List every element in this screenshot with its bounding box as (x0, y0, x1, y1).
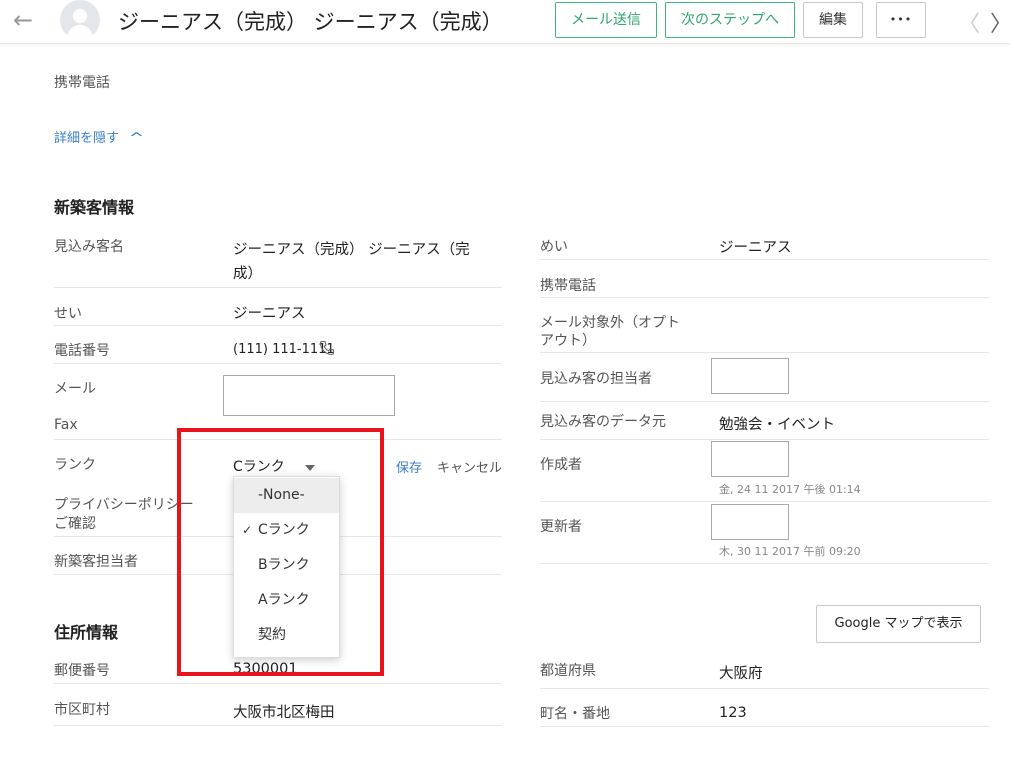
pref-label: 都道府県 (540, 663, 596, 679)
divider (540, 563, 989, 564)
optout-label-line1: メール対象外（オプト (540, 315, 680, 331)
lead-name-label: 見込み客名 (54, 239, 124, 255)
modified-by-field[interactable] (711, 504, 789, 540)
rank-option-none-label[interactable]: -None- (258, 478, 305, 513)
rank-option-c[interactable]: ✓ Cランク (234, 513, 339, 548)
lead-info-section-title: 新築客情報 (54, 198, 135, 217)
divider (54, 287, 502, 288)
divider (540, 726, 989, 727)
address-section-title: 住所情報 (54, 623, 119, 642)
rank-option-c-label[interactable]: Cランク (258, 513, 310, 548)
zip-value[interactable]: 5300001 (233, 661, 298, 677)
avatar-head (73, 9, 87, 23)
pref-value[interactable]: 大阪府 (719, 662, 763, 683)
chevron-up-icon[interactable]: ^ (129, 131, 144, 146)
lead-name-value-line1: ジーニアス（完成） ジーニアス（完 (233, 242, 470, 258)
zip-label: 郵便番号 (54, 663, 110, 679)
rank-select[interactable]: Cランク (233, 456, 316, 476)
owner-label: 新築客担当者 (54, 554, 138, 570)
first-name-value[interactable]: ジーニアス (719, 236, 792, 257)
rank-option-contract[interactable]: 契約 (234, 618, 339, 653)
rank-selected-value[interactable]: Cランク (233, 459, 285, 475)
avatar[interactable] (60, 0, 100, 40)
last-name-value[interactable]: ジーニアス (233, 302, 306, 323)
save-link[interactable]: 保存 (396, 457, 422, 476)
divider (54, 325, 502, 326)
rank-option-b-label[interactable]: Bランク (258, 548, 310, 583)
caret-down-icon[interactable] (305, 459, 316, 475)
cancel-link[interactable]: キャンセル (437, 457, 502, 476)
divider (54, 363, 502, 364)
mobile-label-top: 携帯電話 (54, 75, 110, 91)
created-by-label: 作成者 (540, 457, 582, 473)
lead-name-value-line2: 成） (233, 266, 262, 282)
page-title: ジーニアス（完成） ジーニアス（完成） (118, 10, 503, 34)
city-label: 市区町村 (54, 702, 110, 718)
divider (540, 688, 989, 689)
record-header: ← ジーニアス（完成） ジーニアス（完成） メール送信 次のステップへ 編集 •… (0, 0, 1010, 44)
divider (540, 401, 989, 402)
next-step-button[interactable]: 次のステップへ (665, 2, 795, 38)
divider (540, 501, 989, 502)
created-by-field[interactable] (711, 441, 789, 477)
rank-option-a[interactable]: Aランク (234, 583, 339, 618)
divider (54, 439, 502, 440)
created-time: 金, 24 11 2017 午後 01:14 (719, 483, 861, 496)
edit-button[interactable]: 編集 (803, 2, 863, 38)
optout-label-line2: アウト） (540, 333, 596, 349)
rank-label: ランク (54, 457, 96, 473)
hide-details-link[interactable]: 詳細を隠す ^ (54, 127, 144, 146)
modified-by-label: 更新者 (540, 519, 582, 535)
send-mail-button[interactable]: メール送信 (555, 2, 657, 38)
email-field[interactable] (223, 375, 395, 416)
modified-time: 木, 30 11 2017 午前 09:20 (719, 545, 861, 558)
privacy-label-line2: ご確認 (54, 516, 96, 532)
privacy-label-line1: プライバシーポリシー (54, 497, 194, 513)
city-value[interactable]: 大阪市北区梅田 (233, 701, 335, 722)
last-name-label: せい (54, 306, 82, 322)
avatar-body (67, 25, 93, 40)
right-mobile-label: 携帯電話 (540, 278, 596, 294)
rank-option-contract-label[interactable]: 契約 (258, 618, 286, 653)
divider (54, 725, 502, 726)
lead-source-label: 見込み客のデータ元 (540, 414, 666, 430)
divider (540, 259, 989, 260)
prev-record-icon[interactable]: 〈 (958, 6, 980, 38)
divider (540, 297, 989, 298)
google-map-button[interactable]: Google マップで表示 (816, 605, 981, 643)
street-label: 町名・番地 (540, 706, 610, 722)
lead-owner-label: 見込み客の担当者 (540, 371, 652, 387)
hide-details-text[interactable]: 詳細を隠す (54, 131, 119, 146)
divider (540, 352, 989, 353)
lead-owner-field[interactable] (711, 358, 789, 394)
rank-option-a-label[interactable]: Aランク (258, 583, 310, 618)
next-record-icon[interactable]: 〉 (990, 6, 1010, 38)
divider (540, 439, 989, 440)
fax-label: Fax (54, 417, 78, 433)
divider (54, 683, 502, 684)
street-value[interactable]: 123 (719, 705, 747, 721)
phone-label: 電話番号 (54, 343, 110, 359)
rank-option-none[interactable]: -None- (234, 478, 339, 513)
rank-option-b[interactable]: Bランク (234, 548, 339, 583)
phone-icon[interactable] (319, 340, 335, 360)
checkmark-icon: ✓ (242, 523, 253, 537)
email-label: メール (54, 381, 96, 397)
more-button[interactable]: ••• (876, 2, 926, 38)
first-name-label: めい (540, 239, 568, 255)
rank-dropdown-menu: -None- ✓ Cランク Bランク Aランク 契約 (233, 476, 340, 658)
lead-source-value[interactable]: 勉強会・イベント (719, 413, 835, 434)
back-arrow-icon[interactable]: ← (8, 5, 38, 35)
